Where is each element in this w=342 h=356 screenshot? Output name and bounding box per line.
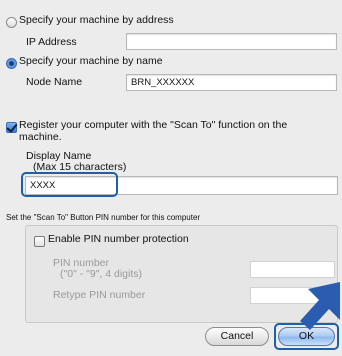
radio-specify-by-address[interactable]	[6, 17, 17, 28]
display-name-highlight	[21, 172, 118, 197]
register-scan-to-label-line1: Register your computer with the "Scan To…	[19, 119, 288, 131]
register-scan-to-checkbox[interactable]	[6, 122, 17, 133]
pin-number-field[interactable]	[250, 261, 335, 278]
pin-number-hint: ("0" - "9", 4 digits)	[60, 268, 143, 280]
scan-to-settings-dialog: Specify your machine by address IP Addre…	[0, 0, 342, 356]
node-name-field[interactable]: BRN_XXXXXX	[126, 74, 337, 91]
specify-by-name-label: Specify your machine by name	[19, 55, 163, 67]
retype-pin-label: Retype PIN number	[53, 289, 146, 301]
ip-address-field[interactable]	[126, 33, 337, 50]
ip-address-label: IP Address	[26, 36, 77, 48]
arrow-icon	[300, 282, 340, 330]
radio-specify-by-name[interactable]	[6, 58, 17, 69]
cancel-button[interactable]: Cancel	[205, 327, 269, 346]
node-name-label: Node Name	[26, 76, 83, 88]
enable-pin-checkbox[interactable]	[34, 236, 45, 247]
enable-pin-label: Enable PIN number protection	[48, 233, 189, 245]
specify-by-address-label: Specify your machine by address	[19, 14, 174, 26]
register-scan-to-label-line2: machine.	[19, 131, 62, 143]
pin-section-caption: Set the "Scan To" Button PIN number for …	[6, 213, 201, 222]
